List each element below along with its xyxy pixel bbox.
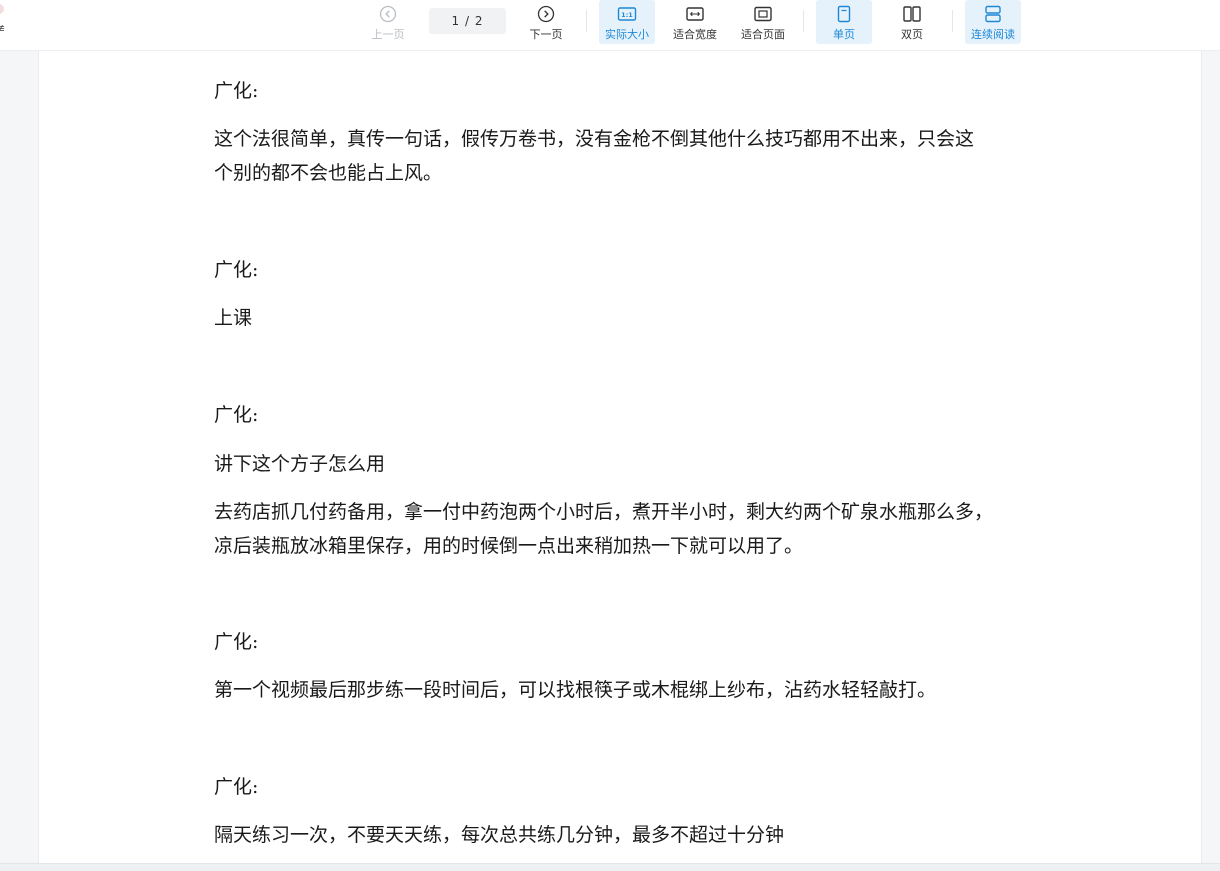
continuous-reading-label: 连续阅读: [971, 28, 1015, 41]
fit-width-icon: [685, 5, 705, 23]
speaker-label: 广化:: [214, 631, 259, 653]
fit-page-label: 适合页面: [741, 28, 785, 41]
single-page-button[interactable]: 单页: [816, 0, 872, 44]
next-page-label: 下一页: [529, 28, 563, 41]
message-line: 第一个视频最后那步练一段时间后，可以找根筷子或木棍绑上纱布，沾药水轻轻敲打。: [214, 679, 937, 701]
page-number-input[interactable]: 1 / 2: [429, 8, 506, 34]
document-page: [38, 51, 1202, 863]
single-page-label: 单页: [833, 28, 855, 41]
message-line: 隔天练习一次，不要天天练，每次总共练几分钟，最多不超过十分钟: [214, 824, 785, 846]
double-page-label: 双页: [901, 28, 923, 41]
chevron-left-circle-icon: [378, 5, 398, 23]
toolbar-divider: [586, 10, 587, 32]
message-line: 这个法很简单，真传一句话，假传万卷书，没有金枪不倒其他什么技巧都用不出来，只会这: [214, 128, 975, 150]
prev-page-button[interactable]: 上一页: [366, 0, 410, 44]
message-line: 上课: [214, 307, 253, 329]
fit-width-label: 适合宽度: [673, 28, 717, 41]
speaker-label: 广化:: [214, 80, 259, 102]
message-line: 凉后装瓶放冰箱里保存，用的时候倒一点出来稍加热一下就可以用了。: [214, 535, 804, 557]
double-page-button[interactable]: 双页: [884, 0, 940, 44]
actual-size-button[interactable]: 1:1 实际大小: [599, 0, 655, 44]
message-line: 个别的都不会也能占上风。: [214, 162, 443, 184]
speaker-label: 广化:: [214, 404, 259, 426]
speaker-label: 广化:: [214, 776, 259, 798]
actual-size-label: 实际大小: [605, 28, 649, 41]
toolbar: ≢ 上一页 1 / 2 下一页 1:1 实际大小 适合宽度 适合页面 单页 双页…: [0, 0, 1220, 51]
prev-page-label: 上一页: [371, 28, 405, 41]
svg-text:1:1: 1:1: [621, 11, 633, 19]
fit-page-icon: [753, 5, 773, 23]
actual-size-icon: 1:1: [617, 5, 637, 23]
chevron-right-circle-icon: [536, 5, 556, 23]
toolbar-divider: [803, 10, 804, 32]
message-line: 讲下这个方子怎么用: [214, 453, 386, 475]
continuous-reading-button[interactable]: 连续阅读: [965, 0, 1021, 44]
speaker-label: 广化:: [214, 259, 259, 281]
next-page-button[interactable]: 下一页: [524, 0, 568, 44]
toolbar-divider: [952, 10, 953, 32]
message-line: 去药店抓几付药备用，拿一付中药泡两个小时后，煮开半小时，剩大约两个矿泉水瓶那么多…: [214, 501, 994, 523]
fit-page-button[interactable]: 适合页面: [735, 0, 791, 44]
fit-width-button[interactable]: 适合宽度: [667, 0, 723, 44]
double-page-icon: [902, 5, 922, 23]
left-stub-char: ≢: [0, 22, 6, 35]
app-tab-edge[interactable]: [0, 4, 4, 14]
continuous-reading-icon: [983, 5, 1003, 23]
single-page-icon: [834, 5, 854, 23]
